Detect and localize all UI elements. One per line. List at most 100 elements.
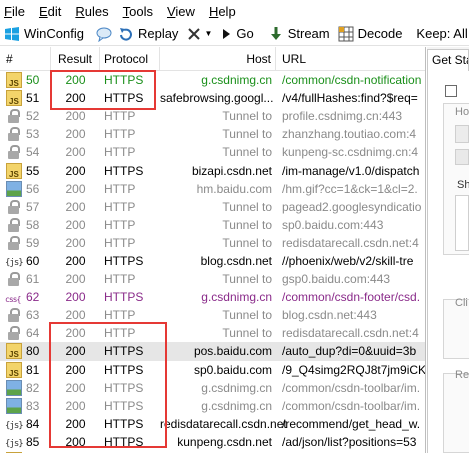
url-cell: /common/csdn-notification [282,73,422,88]
protocol-cell: HTTP [104,127,136,142]
session-number-cell: 82 [0,379,51,397]
session-number: 82 [26,380,40,395]
lock-icon [6,271,22,287]
column-header-url[interactable]: URL [276,47,425,71]
session-number: 81 [26,362,40,377]
protocol-cell: HTTPS [104,290,144,305]
url-cell: blog.csdn.net:443 [282,308,377,323]
go-button[interactable]: Go [216,23,257,45]
menu-tools[interactable]: Tools [123,4,153,19]
host-cell: blog.csdn.net [200,253,272,268]
session-number-cell: 56 [0,180,51,198]
session-number-cell: 83 [0,397,51,415]
session-number: 53 [26,127,40,142]
host-cell: Tunnel to [222,217,272,232]
comment-button[interactable] [94,23,114,45]
inspector-label-host: Ho [455,106,469,118]
session-row[interactable]: 55 200 HTTPS bizapi.csdn.net/im-manage/v1.0… [0,161,425,180]
result-cell: 200 [65,217,86,232]
session-number: 55 [26,163,40,178]
url-cell: kunpeng-sc.csdnimg.cn:4 [282,145,419,160]
keep-dropdown[interactable]: Keep: All [412,23,469,45]
session-row[interactable]: 62 200 HTTPS g.csdnimg.cn/common/csdn-foote… [0,288,425,306]
session-number: 56 [26,181,40,196]
lock-icon [6,217,22,233]
lock-icon [6,325,22,341]
session-row[interactable]: 61 200 HTTP Tunnel to gsp0.baidu.com:443 [0,270,425,288]
inspector-group-request [443,373,469,453]
session-number: 62 [26,290,40,305]
inspector-label-request: Re [455,369,469,381]
session-row[interactable]: 57 200 HTTP Tunnel to pagead2.googlesyndicat… [0,198,425,216]
css-icon [5,289,22,306]
stream-button[interactable]: Stream [264,23,334,45]
protocol-cell: HTTP [104,235,136,250]
menu-help[interactable]: Help [209,4,236,19]
replay-button[interactable]: Replay [114,23,182,45]
host-cell: kunpeng.csdn.net [177,434,272,449]
url-cell: /ad/json/list?positions=53 [282,434,417,449]
js-icon [6,162,22,180]
column-header-host[interactable]: Host [160,47,276,71]
session-number-cell: 61 [0,270,51,288]
session-number-cell: 60 [0,252,51,270]
keep-label: Keep: All [416,26,468,41]
session-row[interactable]: 54 200 HTTP Tunnel to kunpeng-sc.csdnimg.cn:… [0,143,425,161]
url-cell: profile.csdnimg.cn:443 [282,109,403,124]
highlight-box-top [50,70,156,110]
go-label: Go [236,26,254,41]
result-cell: 200 [65,163,86,178]
session-row[interactable]: 56 200 HTTP hm.baidu.com/hm.gif?cc=1&ck=1&c… [0,180,425,198]
decode-button[interactable]: Decode [334,23,407,45]
session-number-cell: 53 [0,125,51,143]
column-header-protocol[interactable]: Protocol [100,47,160,71]
host-cell: Tunnel to [222,199,272,214]
session-row[interactable]: 53 200 HTTP Tunnel to zhanzhang.toutiao.com:… [0,125,425,143]
inspector-checkbox[interactable] [445,85,457,97]
js-icon [6,90,22,107]
url-cell: //phoenix/web/v2/skill-tre [282,253,414,268]
session-number: 80 [26,344,40,359]
protocol-cell: HTTP [104,272,136,287]
session-number-cell: 54 [0,143,51,161]
url-cell: redisdatarecall.csdn.net:4 [282,326,419,341]
session-number: 52 [26,109,40,124]
image-icon [6,180,22,197]
host-cell: bizapi.csdn.net [191,163,272,178]
menu-view[interactable]: View [167,4,195,19]
session-row[interactable]: 60 200 HTTPS blog.csdn.net //phoenix/web/v2/… [0,252,425,270]
url-cell: /9_Q4simg2RQJ8t7jm9iCK [282,362,426,377]
menu-file[interactable]: File [4,4,25,19]
host-cell: g.csdnimg.cn [201,380,272,395]
column-header-result[interactable]: Result [51,47,100,71]
inspector-textarea[interactable] [455,195,469,251]
session-number: 64 [26,326,40,341]
host-cell: Tunnel to [222,109,272,124]
decode-grid-icon [338,26,354,42]
replay-arrow-icon [118,26,134,42]
session-number-cell: 62 [0,288,51,306]
winconfig-button[interactable]: WinConfig [0,23,88,45]
column-header-number[interactable]: # [0,47,51,71]
result-cell: 200 [65,290,86,305]
host-cell: hm.baidu.com [196,181,272,196]
tab-get-started[interactable]: Get Sta [427,49,469,71]
menu-edit[interactable]: Edit [39,4,61,19]
protocol-cell: HTTP [104,199,136,214]
session-number: 85 [26,434,40,449]
session-list-header: # Result Protocol Host URL [0,47,425,71]
url-cell: /recommend/get_head_w. [282,416,421,431]
menu-bar: File Edit Rules Tools View Help [0,0,469,22]
url-cell: /common/csdn-footer/csd. [282,290,421,305]
host-cell: g.csdnimg.cn [201,290,272,305]
session-number-cell: 84 [0,415,51,433]
session-number: 83 [26,398,40,413]
host-cell: Tunnel to [222,145,272,160]
remove-button[interactable]: ▼ [182,23,216,45]
session-row[interactable]: 58 200 HTTP Tunnel to sp0.baidu.com:443 [0,216,425,234]
menu-rules[interactable]: Rules [75,4,108,19]
inspector-field[interactable] [455,125,469,143]
inspector-field[interactable] [455,149,469,165]
session-row[interactable]: 59 200 HTTP Tunnel to redisdatarecall.csdn.n… [0,234,425,252]
js-icon [6,361,22,379]
